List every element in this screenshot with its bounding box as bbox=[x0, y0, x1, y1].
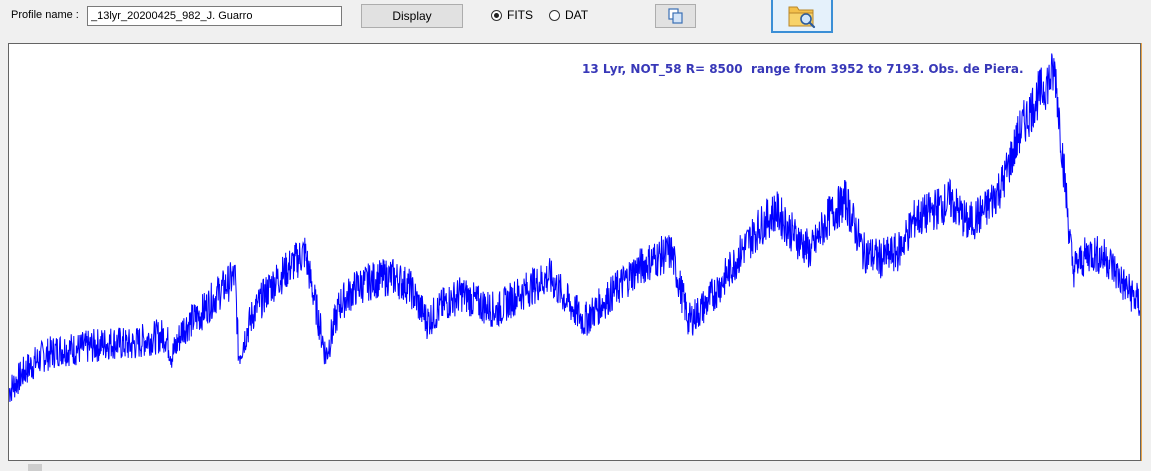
folder-search-icon bbox=[788, 6, 816, 29]
copy-icon bbox=[668, 8, 683, 24]
spectrum-chart bbox=[9, 53, 1140, 402]
spectrum-viewer-window: Profile name : Display FITS DAT 13 Lyr, … bbox=[0, 0, 1151, 471]
fits-radio[interactable]: FITS bbox=[491, 8, 533, 22]
plot-right-border bbox=[1141, 43, 1142, 461]
fits-radio-indicator[interactable] bbox=[491, 9, 502, 21]
dat-radio-indicator[interactable] bbox=[549, 9, 560, 21]
spectrum-plot[interactable]: 13 Lyr, NOT_58 R= 8500 range from 3952 t… bbox=[8, 43, 1141, 461]
fits-radio-label: FITS bbox=[507, 8, 533, 22]
dat-radio-label: DAT bbox=[565, 8, 589, 22]
plot-title: 13 Lyr, NOT_58 R= 8500 range from 3952 t… bbox=[582, 62, 1024, 76]
open-folder-button[interactable] bbox=[771, 0, 833, 33]
scrollbar-thumb[interactable] bbox=[28, 464, 42, 471]
profile-name-input[interactable] bbox=[87, 6, 342, 26]
copy-button[interactable] bbox=[655, 4, 696, 28]
dat-radio[interactable]: DAT bbox=[549, 8, 588, 22]
spectrum-series-line bbox=[9, 53, 1140, 402]
display-button[interactable]: Display bbox=[361, 4, 463, 28]
profile-name-label: Profile name : bbox=[11, 9, 79, 21]
